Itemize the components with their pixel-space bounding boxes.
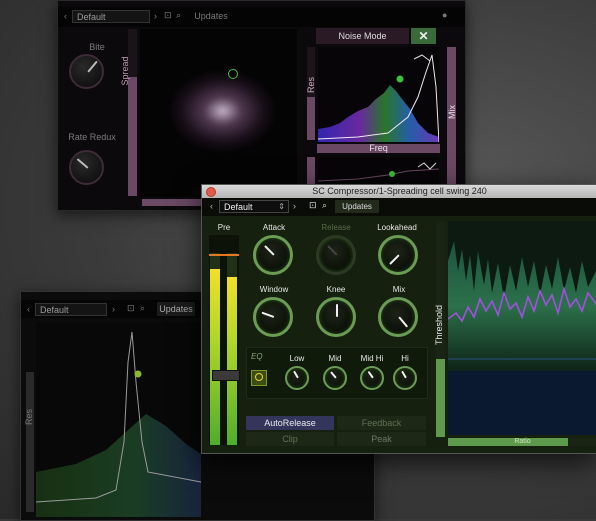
next-preset-icon[interactable]: › (293, 201, 296, 211)
toolbar: ‹ Default ⇕ › ⊡ ⌕ Updates (202, 198, 596, 216)
rate-redux-label: Rate Redux (68, 132, 116, 142)
lookahead-knob[interactable] (378, 235, 418, 275)
peak-button[interactable]: Peak (337, 432, 426, 446)
knee-label: Knee (326, 285, 346, 294)
threshold-label: Threshold (434, 304, 444, 346)
preset-value: Default (40, 305, 69, 315)
eq-label: EQ (251, 352, 263, 361)
next-preset-icon[interactable]: › (154, 11, 157, 21)
meter-right-track (227, 253, 237, 445)
updates-button[interactable]: Updates (194, 9, 228, 23)
knee-knob[interactable] (316, 297, 356, 337)
eq-mid-knob[interactable] (323, 366, 347, 390)
dropdown-arrows-icon: ⇕ (278, 202, 285, 211)
window-knob[interactable] (253, 297, 293, 337)
meter-left-track (210, 253, 220, 445)
res-label: Res (24, 409, 34, 426)
attack-knob[interactable] (253, 235, 293, 275)
eq-mid-hi-label: Mid Hi (360, 354, 384, 363)
spread-handle[interactable] (228, 69, 238, 79)
release-knob[interactable] (316, 235, 356, 275)
window-title: SC Compressor/1-Spreading cell swing 240 (312, 186, 487, 196)
window-label: Window (259, 285, 289, 294)
prev-preset-icon[interactable]: ‹ (27, 304, 30, 314)
peak-hold-line (209, 254, 239, 256)
preset-dropdown[interactable]: Default ⇕ (219, 200, 289, 213)
spread-label: Spread (120, 56, 130, 86)
preset-value: Default (224, 202, 253, 212)
second-res-slider[interactable] (307, 157, 315, 187)
mix-knob[interactable] (378, 297, 418, 337)
eq-hi-knob[interactable] (393, 366, 417, 390)
rate-redux-knob[interactable] (69, 150, 104, 185)
search-icon[interactable]: ⌕ (322, 200, 327, 211)
ratio-label: Ratio (514, 438, 531, 445)
feedback-button[interactable]: Feedback (337, 416, 426, 430)
eq-power-button[interactable] (251, 370, 267, 386)
mix-label: Mix (447, 105, 457, 119)
meter-left-fill (210, 269, 220, 445)
save-icon[interactable]: ⊡ (127, 303, 135, 314)
threshold-slider-fill (436, 359, 445, 437)
meter-right-fill (227, 277, 237, 445)
window-titlebar: SC Compressor/1-Spreading cell swing 240 (202, 185, 596, 198)
mix-label: Mix (392, 285, 406, 294)
filter-response-display[interactable] (36, 322, 201, 517)
pre-meter-area (209, 235, 240, 445)
save-icon[interactable]: ⊡ (164, 10, 172, 21)
autorelease-button[interactable]: AutoRelease (246, 416, 334, 430)
bite-knob[interactable] (69, 54, 104, 89)
save-icon[interactable]: ⊡ (309, 200, 317, 211)
spread-scatter-display[interactable] (140, 29, 297, 197)
preset-dropdown[interactable]: Default (72, 10, 150, 23)
bottom-slider[interactable] (142, 199, 206, 206)
filter-handle (396, 75, 404, 83)
eq-mid-hi-knob[interactable] (360, 366, 384, 390)
prev-preset-icon[interactable]: ‹ (210, 201, 213, 211)
user-icon[interactable]: ● (442, 10, 447, 20)
pre-gain-handle[interactable] (212, 370, 240, 381)
toolbar: ‹ Default › ⊡ ⌕ Updates ● (58, 7, 465, 27)
res-label: Res (306, 77, 316, 94)
close-icon[interactable]: ✕ (411, 28, 436, 44)
filter-handle (134, 370, 142, 378)
close-window-icon[interactable] (206, 187, 216, 197)
eq-hi-label: Hi (401, 354, 409, 363)
gain-reduction-display[interactable] (448, 221, 596, 435)
power-icon (255, 373, 263, 381)
attack-label: Attack (262, 223, 286, 232)
eq-low-knob[interactable] (285, 366, 309, 390)
noise-mode-button[interactable]: Noise Mode (316, 28, 409, 44)
eq-section: EQ Low Mid Mid Hi Hi (246, 347, 428, 399)
bite-label: Bite (89, 42, 105, 52)
updates-button[interactable]: Updates (157, 302, 195, 316)
freq-label: Freq (369, 143, 388, 153)
pre-label: Pre (217, 223, 231, 232)
release-label: Release (321, 223, 351, 232)
scatter-cloud (170, 71, 275, 151)
second-filter-display[interactable] (318, 157, 439, 187)
preset-value: Default (77, 12, 106, 22)
eq-mid-label: Mid (328, 354, 342, 363)
search-icon[interactable]: ⌕ (176, 10, 181, 21)
search-icon[interactable]: ⌕ (140, 303, 145, 314)
eq-low-label: Low (289, 354, 305, 363)
next-preset-icon[interactable]: › (112, 304, 115, 314)
res-slider-track[interactable] (26, 372, 34, 512)
updates-button[interactable]: Updates (335, 200, 379, 213)
sc-compressor-window: SC Compressor/1-Spreading cell swing 240… (201, 184, 596, 454)
filter-response-display[interactable] (318, 47, 439, 142)
prev-preset-icon[interactable]: ‹ (64, 11, 67, 21)
clip-button[interactable]: Clip (246, 432, 334, 446)
noise-plugin-window: ‹ Default › ⊡ ⌕ Updates ● Bite Rate Redu… (57, 0, 466, 211)
preset-dropdown[interactable]: Default (35, 303, 107, 316)
lookahead-label: Lookahead (377, 223, 417, 232)
